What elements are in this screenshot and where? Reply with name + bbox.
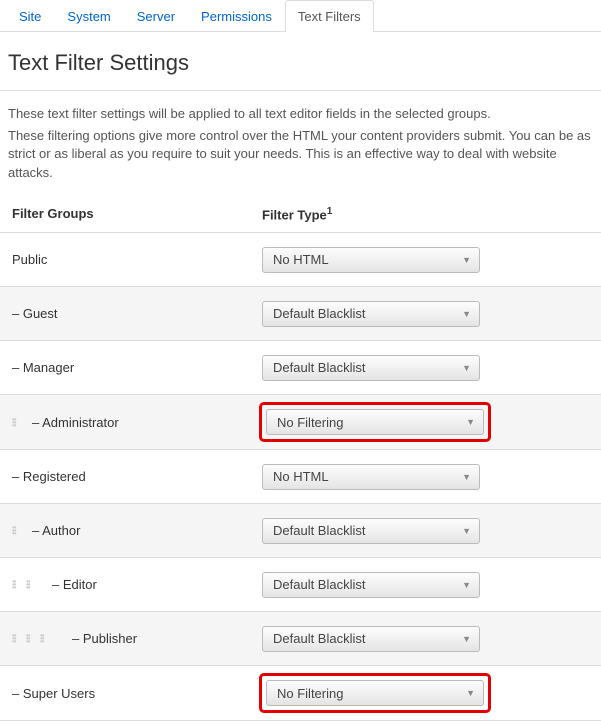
type-cell: Default Blacklist ▼: [262, 518, 589, 544]
filter-type-select[interactable]: No Filtering ▼: [266, 409, 484, 435]
select-wrap: Default Blacklist ▼: [262, 626, 480, 652]
type-cell: Default Blacklist ▼: [262, 301, 589, 327]
select-value: Default Blacklist: [273, 577, 365, 592]
filter-type-select[interactable]: No HTML ▼: [262, 464, 480, 490]
group-cell: •••••• – Administrator: [12, 415, 262, 430]
drag-grip-icon: ••••••: [12, 526, 18, 535]
table-row: •••••• •••••• •••••• – Publisher Default Bla…: [0, 612, 601, 666]
filter-type-select[interactable]: Default Blacklist ▼: [262, 572, 480, 598]
group-cell: Public: [12, 252, 262, 267]
table-row: •••••• – Administrator No Filtering ▼: [0, 395, 601, 450]
group-cell: – Manager: [12, 360, 262, 375]
group-label: – Author: [32, 523, 80, 538]
group-label: – Super Users: [12, 686, 95, 701]
select-wrap: Default Blacklist ▼: [262, 355, 480, 381]
type-cell: No Filtering ▼: [262, 405, 589, 439]
config-tabs: SiteSystemServerPermissionsText Filters: [0, 0, 601, 32]
type-cell: No Filtering ▼: [262, 676, 589, 710]
header-filter-type-label: Filter Type: [262, 207, 327, 222]
chevron-down-icon: ▼: [462, 580, 471, 590]
filter-type-select[interactable]: Default Blacklist ▼: [262, 518, 480, 544]
group-cell: •••••• – Author: [12, 523, 262, 538]
select-wrap: No Filtering ▼: [262, 676, 488, 710]
group-cell: – Guest: [12, 306, 262, 321]
group-cell: •••••• •••••• – Editor: [12, 577, 262, 592]
filter-type-select[interactable]: Default Blacklist ▼: [262, 626, 480, 652]
type-cell: Default Blacklist ▼: [262, 572, 589, 598]
select-value: Default Blacklist: [273, 306, 365, 321]
select-wrap: Default Blacklist ▼: [262, 301, 480, 327]
type-cell: Default Blacklist ▼: [262, 626, 589, 652]
group-label: – Guest: [12, 306, 58, 321]
group-cell: – Registered: [12, 469, 262, 484]
drag-grip-icon: ••••••: [26, 580, 32, 589]
type-cell: No HTML ▼: [262, 464, 589, 490]
chevron-down-icon: ▼: [462, 634, 471, 644]
select-value: No HTML: [273, 252, 329, 267]
header-filter-type-sup: 1: [327, 206, 333, 217]
select-value: No HTML: [273, 469, 329, 484]
type-cell: No HTML ▼: [262, 247, 589, 273]
type-cell: Default Blacklist ▼: [262, 355, 589, 381]
select-value: No Filtering: [277, 415, 343, 430]
table-row: •••••• •••••• – Editor Default Blacklist ▼: [0, 558, 601, 612]
group-cell: – Super Users: [12, 686, 262, 701]
description-line-2: These filtering options give more contro…: [0, 127, 601, 182]
chevron-down-icon: ▼: [462, 363, 471, 373]
table-row: Public No HTML ▼: [0, 233, 601, 287]
filter-type-select[interactable]: No Filtering ▼: [266, 680, 484, 706]
table-row: – Manager Default Blacklist ▼: [0, 341, 601, 395]
drag-grip-icon: ••••••: [40, 634, 46, 643]
drag-grip-icon: ••••••: [12, 580, 18, 589]
table-row: – Registered No HTML ▼: [0, 450, 601, 504]
drag-grip-icon: ••••••: [12, 418, 18, 427]
header-filter-type: Filter Type1: [262, 206, 589, 222]
select-value: Default Blacklist: [273, 360, 365, 375]
group-label: – Registered: [12, 469, 86, 484]
chevron-down-icon: ▼: [462, 255, 471, 265]
page-title: Text Filter Settings: [0, 32, 601, 90]
select-value: Default Blacklist: [273, 631, 365, 646]
filter-type-select[interactable]: No HTML ▼: [262, 247, 480, 273]
chevron-down-icon: ▼: [466, 417, 475, 427]
select-wrap: No HTML ▼: [262, 247, 480, 273]
select-value: No Filtering: [277, 686, 343, 701]
tab-permissions[interactable]: Permissions: [188, 0, 285, 32]
group-label: – Publisher: [72, 631, 137, 646]
group-label: Public: [12, 252, 47, 267]
group-cell: •••••• •••••• •••••• – Publisher: [12, 631, 262, 646]
divider: [0, 90, 601, 91]
drag-grip-icon: ••••••: [12, 634, 18, 643]
filter-table: Filter Groups Filter Type1 Public No HTML…: [0, 196, 601, 721]
filter-type-select[interactable]: Default Blacklist ▼: [262, 301, 480, 327]
chevron-down-icon: ▼: [462, 526, 471, 536]
tab-text-filters[interactable]: Text Filters: [285, 0, 374, 32]
chevron-down-icon: ▼: [462, 309, 471, 319]
chevron-down-icon: ▼: [462, 472, 471, 482]
group-label: – Editor: [52, 577, 97, 592]
select-wrap: Default Blacklist ▼: [262, 518, 480, 544]
description-line-1: These text filter settings will be appli…: [0, 105, 601, 123]
select-wrap: Default Blacklist ▼: [262, 572, 480, 598]
select-wrap: No Filtering ▼: [262, 405, 488, 439]
chevron-down-icon: ▼: [466, 688, 475, 698]
filter-type-select[interactable]: Default Blacklist ▼: [262, 355, 480, 381]
tab-site[interactable]: Site: [6, 0, 54, 32]
group-label: – Manager: [12, 360, 74, 375]
drag-grip-icon: ••••••: [26, 634, 32, 643]
table-row: – Super Users No Filtering ▼: [0, 666, 601, 721]
group-label: – Administrator: [32, 415, 119, 430]
table-header-row: Filter Groups Filter Type1: [0, 196, 601, 233]
table-row: •••••• – Author Default Blacklist ▼: [0, 504, 601, 558]
tab-server[interactable]: Server: [124, 0, 188, 32]
tab-system[interactable]: System: [54, 0, 123, 32]
table-row: – Guest Default Blacklist ▼: [0, 287, 601, 341]
select-wrap: No HTML ▼: [262, 464, 480, 490]
select-value: Default Blacklist: [273, 523, 365, 538]
header-filter-groups: Filter Groups: [12, 206, 262, 221]
